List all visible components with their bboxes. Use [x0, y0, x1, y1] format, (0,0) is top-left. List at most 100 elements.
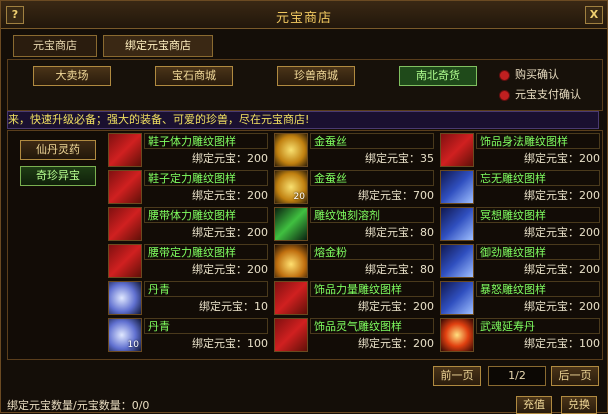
item-price: 绑定元宝：700 — [358, 189, 434, 202]
item-name: 饰品身法雕纹图样 — [476, 133, 600, 149]
shop-item[interactable]: 忘无雕纹图样绑定元宝：200 — [440, 170, 600, 206]
red-scroll-icon[interactable] — [108, 207, 142, 241]
close-icon[interactable]: X — [585, 6, 603, 24]
radio-on-icon[interactable] — [499, 90, 510, 101]
tab-bound-yuanbao-shop[interactable]: 绑定元宝商店 — [103, 35, 213, 57]
red-scroll-icon[interactable] — [108, 244, 142, 278]
announcement-ticker: 来，快速升级必备；强大的装备、可爱的珍兽，尽在元宝商店! — [7, 111, 599, 129]
item-name: 忘无雕纹图样 — [476, 170, 600, 186]
next-page-button[interactable]: 后一页 — [551, 366, 599, 386]
shop-item[interactable]: 暴怒雕纹图样绑定元宝：200 — [440, 281, 600, 317]
side-button-elixirs[interactable]: 仙丹灵药 — [20, 140, 96, 160]
red-scroll-icon[interactable] — [274, 318, 308, 352]
shop-item[interactable]: 冥想雕纹图样绑定元宝：200 — [440, 207, 600, 243]
item-price: 绑定元宝：35 — [365, 152, 434, 165]
title-bar: ? 元宝商店 X — [1, 1, 607, 29]
blue-scroll-icon[interactable] — [440, 281, 474, 315]
window-title: 元宝商店 — [275, 11, 332, 26]
exchange-button[interactable]: 兑换 — [561, 396, 597, 414]
category-button-gems[interactable]: 宝石商城 — [155, 66, 233, 86]
item-name: 腰带体力雕纹图样 — [144, 207, 268, 223]
item-name: 雕纹蚀刻溶剂 — [310, 207, 434, 223]
item-price: 绑定元宝：200 — [192, 152, 268, 165]
recharge-button[interactable]: 充值 — [516, 396, 552, 414]
fire-orb-icon[interactable] — [440, 318, 474, 352]
tab-yuanbao-shop[interactable]: 元宝商店 — [13, 35, 97, 57]
item-quantity: 10 — [127, 340, 139, 350]
green-blade-icon[interactable] — [274, 207, 308, 241]
shop-item[interactable]: 金蚕丝绑定元宝：35 — [274, 133, 434, 169]
category-button-pets[interactable]: 珍兽商城 — [277, 66, 355, 86]
item-quantity: 20 — [293, 192, 305, 202]
purchase-confirm-label: 购买确认 — [515, 68, 559, 81]
item-name: 鞋子定力雕纹图样 — [144, 170, 268, 186]
purchase-confirm-option[interactable]: 购买确认 — [499, 67, 589, 83]
item-name: 武魂延寿丹 — [476, 318, 600, 334]
item-price: 绑定元宝：100 — [192, 337, 268, 350]
item-price: 绑定元宝：200 — [192, 263, 268, 276]
item-name: 熔金粉 — [310, 244, 434, 260]
shop-item[interactable]: 丹青绑定元宝：10 — [108, 281, 268, 317]
item-price: 绑定元宝：200 — [524, 226, 600, 239]
blue-scroll-icon[interactable] — [440, 207, 474, 241]
shop-item[interactable]: 鞋子定力雕纹图样绑定元宝：200 — [108, 170, 268, 206]
item-name: 金蚕丝 — [310, 133, 434, 149]
shop-item[interactable]: 武魂延寿丹绑定元宝：100 — [440, 318, 600, 354]
shop-item[interactable]: 熔金粉绑定元宝：80 — [274, 244, 434, 280]
gold-powder-icon[interactable] — [274, 244, 308, 278]
item-price: 绑定元宝：80 — [365, 226, 434, 239]
shop-item[interactable]: 雕纹蚀刻溶剂绑定元宝：80 — [274, 207, 434, 243]
item-name: 金蚕丝 — [310, 170, 434, 186]
prev-page-button[interactable]: 前一页 — [433, 366, 481, 386]
item-name: 饰品力量雕纹图样 — [310, 281, 434, 297]
side-button-rare-treasures[interactable]: 奇珍异宝 — [20, 166, 96, 186]
item-name: 冥想雕纹图样 — [476, 207, 600, 223]
item-price: 绑定元宝：200 — [524, 300, 600, 313]
radio-on-icon[interactable] — [499, 70, 510, 81]
blue-cloud-icon[interactable]: 10 — [108, 318, 142, 352]
golden-silk-icon[interactable] — [274, 133, 308, 167]
item-panel: 仙丹灵药 奇珍异宝 鞋子体力雕纹图样 绑定元宝：200 金蚕丝 绑定元宝：35 饰品身法… — [7, 130, 603, 360]
blue-scroll-icon[interactable] — [440, 244, 474, 278]
red-scroll-icon[interactable] — [440, 133, 474, 167]
red-scroll-icon[interactable] — [108, 133, 142, 167]
item-name: 饰品灵气雕纹图样 — [310, 318, 434, 334]
category-bar: 大卖场 宝石商城 珍兽商城 南北奇货 购买确认 元宝支付确认 — [7, 59, 603, 111]
shop-item[interactable]: 鞋子体力雕纹图样绑定元宝：200 — [108, 133, 268, 169]
yuanbao-payment-confirm-label: 元宝支付确认 — [515, 88, 581, 101]
item-name: 鞋子体力雕纹图样 — [144, 133, 268, 149]
golden-silk-icon[interactable]: 20 — [274, 170, 308, 204]
item-name: 御劲雕纹图样 — [476, 244, 600, 260]
item-name: 腰带定力雕纹图样 — [144, 244, 268, 260]
item-price: 绑定元宝：100 — [524, 337, 600, 350]
yuanbao-payment-confirm-option[interactable]: 元宝支付确认 — [499, 87, 599, 103]
item-price: 绑定元宝：200 — [524, 263, 600, 276]
shop-item[interactable]: 饰品身法雕纹图样绑定元宝：200 — [440, 133, 600, 169]
shop-window: ? 元宝商店 X 元宝商店 绑定元宝商店 大卖场 宝石商城 珍兽商城 南北奇货 … — [0, 0, 608, 414]
category-button-market[interactable]: 大卖场 — [33, 66, 111, 86]
yuanbao-balance: 绑定元宝数量/元宝数量：0/0 — [7, 399, 150, 412]
shop-item[interactable]: 腰带体力雕纹图样绑定元宝：200 — [108, 207, 268, 243]
item-price: 绑定元宝：10 — [199, 300, 268, 313]
shop-item[interactable]: 饰品灵气雕纹图样 绑定元宝：200 — [274, 318, 434, 354]
item-price: 绑定元宝：200 — [358, 300, 434, 313]
item-name: 暴怒雕纹图样 — [476, 281, 600, 297]
page-indicator: 1/2 — [488, 366, 546, 386]
red-scroll-icon[interactable] — [274, 281, 308, 315]
blue-scroll-icon[interactable] — [440, 170, 474, 204]
shop-item[interactable]: 腰带定力雕纹图样绑定元宝：200 — [108, 244, 268, 280]
item-price: 绑定元宝：200 — [524, 152, 600, 165]
blue-cloud-icon[interactable] — [108, 281, 142, 315]
item-name: 丹青 — [144, 281, 268, 297]
item-name: 丹青 — [144, 318, 268, 334]
item-price: 绑定元宝：200 — [192, 189, 268, 202]
category-button-rare-goods[interactable]: 南北奇货 — [399, 66, 477, 86]
red-scroll-icon[interactable] — [108, 170, 142, 204]
shop-item[interactable]: 10 丹青绑定元宝：100 — [108, 318, 268, 354]
shop-item[interactable]: 饰品力量雕纹图样绑定元宝：200 — [274, 281, 434, 317]
shop-item[interactable]: 御劲雕纹图样绑定元宝：200 — [440, 244, 600, 280]
shop-item[interactable]: 20 金蚕丝绑定元宝：700 — [274, 170, 434, 206]
item-price: 绑定元宝：80 — [365, 263, 434, 276]
item-price: 绑定元宝：200 — [524, 189, 600, 202]
item-price: 绑定元宝：200 — [192, 226, 268, 239]
